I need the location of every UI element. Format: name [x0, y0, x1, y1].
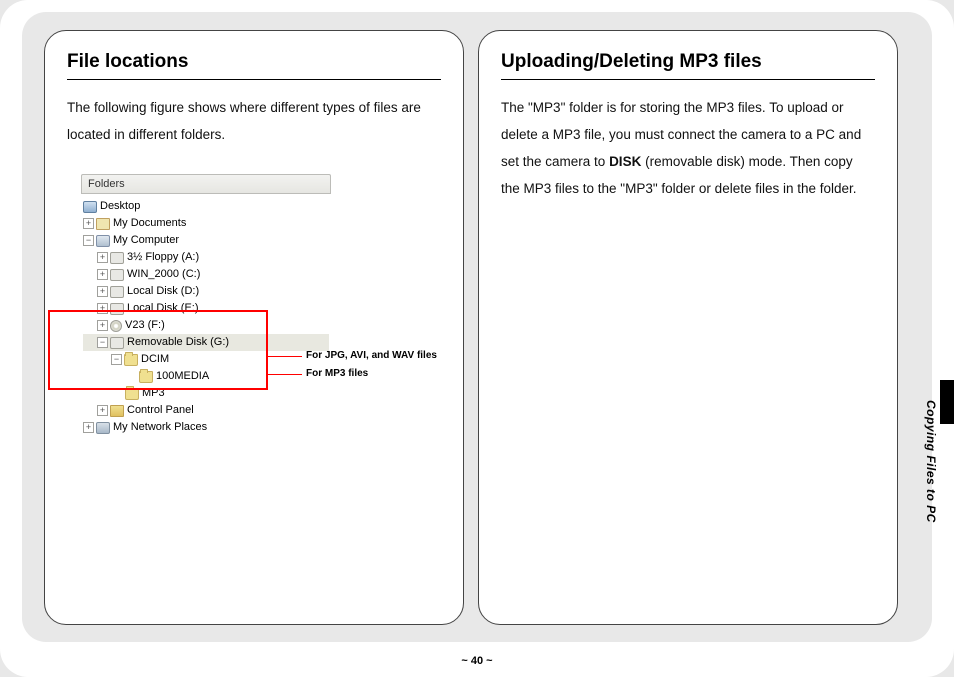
uploading-paragraph: The "MP3" folder is for storing the MP3 …	[501, 94, 875, 202]
tree-row-network[interactable]: + My Network Places	[83, 419, 329, 436]
para-bold: DISK	[609, 154, 641, 169]
tree-label: 100MEDIA	[156, 368, 209, 385]
tree-row-localE[interactable]: + Local Disk (E:)	[83, 300, 329, 317]
side-tab	[940, 380, 954, 424]
tree-label: DCIM	[141, 351, 169, 368]
tree-label: Desktop	[100, 198, 140, 215]
tree-label: My Computer	[113, 232, 179, 249]
folder-icon	[139, 371, 153, 383]
tree-label: My Documents	[113, 215, 186, 232]
expand-icon[interactable]: +	[97, 252, 108, 263]
tree-row-floppy[interactable]: + 3½ Floppy (A:)	[83, 249, 329, 266]
tree-label: 3½ Floppy (A:)	[127, 249, 199, 266]
expand-icon[interactable]: +	[97, 303, 108, 314]
callout-line-media	[268, 356, 302, 357]
expand-icon[interactable]: +	[97, 286, 108, 297]
folders-header: Folders	[81, 174, 331, 194]
cd-icon	[110, 320, 122, 332]
network-places-icon	[96, 422, 110, 434]
tree-label: MP3	[142, 385, 165, 402]
panel-file-locations: File locations The following figure show…	[44, 30, 464, 625]
tree-row-mydocs[interactable]: + My Documents	[83, 215, 329, 232]
computer-icon	[96, 235, 110, 247]
collapse-icon[interactable]: −	[97, 337, 108, 348]
expand-icon[interactable]: +	[83, 218, 94, 229]
intro-text: The following figure shows where differe…	[67, 94, 441, 148]
tree-row-control[interactable]: + Control Panel	[83, 402, 329, 419]
collapse-icon[interactable]: −	[83, 235, 94, 246]
expand-icon[interactable]: +	[83, 422, 94, 433]
floppy-icon	[110, 252, 124, 264]
tree-label: WIN_2000 (C:)	[127, 266, 200, 283]
callout-media: For JPG, AVI, and WAV files	[306, 350, 437, 361]
collapse-icon[interactable]: −	[111, 354, 122, 365]
page-number: ~ 40 ~	[0, 655, 954, 667]
callout-mp3: For MP3 files	[306, 368, 368, 379]
folders-tree-widget: Folders Desktop + My Documents − My Comp…	[81, 174, 331, 438]
section-side-label: Copying Files to PC	[924, 400, 938, 523]
desktop-icon	[83, 201, 97, 213]
tree-row-localD[interactable]: + Local Disk (D:)	[83, 283, 329, 300]
tree-row-removable[interactable]: − Removable Disk (G:)	[83, 334, 329, 351]
expand-icon[interactable]: +	[97, 269, 108, 280]
tree-row-dcim[interactable]: − DCIM	[83, 351, 329, 368]
drive-icon	[110, 286, 124, 298]
callout-line-mp3	[268, 374, 302, 375]
tree-label: Control Panel	[127, 402, 194, 419]
tree-label: Local Disk (D:)	[127, 283, 199, 300]
expand-icon[interactable]: +	[97, 405, 108, 416]
tree-row-win2000[interactable]: + WIN_2000 (C:)	[83, 266, 329, 283]
removable-disk-icon	[110, 337, 124, 349]
tree-row-mycomputer[interactable]: − My Computer	[83, 232, 329, 249]
panel-uploading: Uploading/Deleting MP3 files The "MP3" f…	[478, 30, 898, 625]
tree-row-mp3[interactable]: MP3	[83, 385, 329, 402]
tree-row-desktop[interactable]: Desktop	[83, 198, 329, 215]
control-panel-icon	[110, 405, 124, 417]
documents-icon	[96, 218, 110, 230]
folder-icon	[124, 354, 138, 366]
tree-row-100media[interactable]: 100MEDIA	[83, 368, 329, 385]
drive-icon	[110, 303, 124, 315]
tree-label: Local Disk (E:)	[127, 300, 199, 317]
manual-page: File locations The following figure show…	[0, 0, 954, 677]
expand-icon[interactable]: +	[97, 320, 108, 331]
tree-label: V23 (F:)	[125, 317, 165, 334]
heading-uploading: Uploading/Deleting MP3 files	[501, 51, 875, 80]
heading-file-locations: File locations	[67, 51, 441, 80]
folder-tree: Desktop + My Documents − My Computer +	[81, 194, 331, 438]
folder-icon	[125, 388, 139, 400]
tree-row-v23[interactable]: + V23 (F:)	[83, 317, 329, 334]
tree-label: My Network Places	[113, 419, 207, 436]
drive-icon	[110, 269, 124, 281]
tree-label: Removable Disk (G:)	[127, 334, 229, 351]
